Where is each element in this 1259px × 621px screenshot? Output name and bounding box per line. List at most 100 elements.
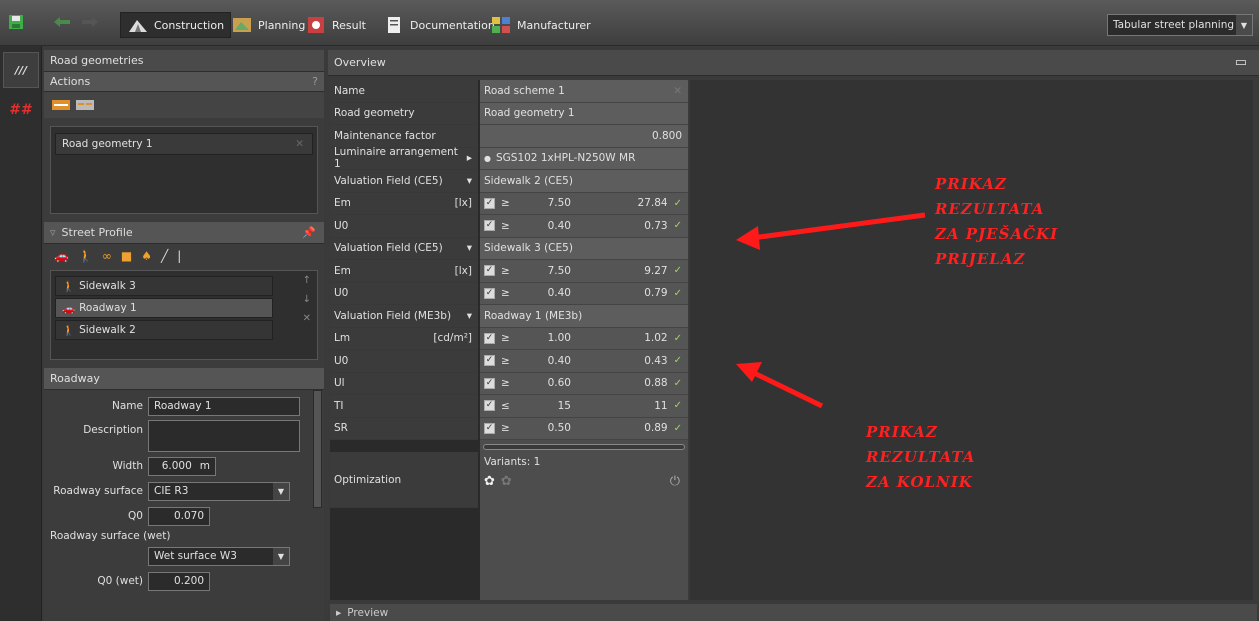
wet-surface-select[interactable]: Wet surface W3 ▼ (148, 546, 290, 566)
q0-wet-input[interactable]: 0.200 (148, 571, 210, 591)
overview-row-label[interactable]: Luminaire arrangement 1 ▸ (330, 146, 478, 170)
checkbox-icon[interactable]: ✓ (484, 422, 495, 434)
name-input[interactable]: Roadway 1 (148, 396, 300, 416)
profile-item-sidewalk-3[interactable]: 🚶 Sidewalk 3 (55, 276, 273, 296)
profile-item-roadway-1[interactable]: 🚗 Roadway 1 (55, 298, 273, 318)
row-value: Road geometry 1 (484, 107, 575, 120)
street-profile-title: Street Profile (61, 226, 133, 239)
pass-check-icon: ✓ (673, 355, 682, 367)
profile-item-label: Sidewalk 2 (79, 324, 136, 336)
row-label: Valuation Field (CE5) (334, 174, 443, 187)
panel-scrollbar[interactable] (313, 390, 322, 508)
move-down-icon[interactable]: ↓ (303, 294, 311, 305)
surface-select[interactable]: CIE R3 ▼ (148, 481, 290, 501)
required-value: 15 (557, 399, 571, 412)
actions-title: Actions (50, 75, 91, 88)
vertical-scrollbar[interactable] (1236, 80, 1248, 600)
car-icon[interactable]: 🚗 (54, 249, 69, 263)
pin-icon[interactable]: 📌 (302, 226, 316, 239)
redo-icon[interactable] (80, 14, 100, 30)
move-up-icon[interactable]: ↑ (303, 275, 311, 286)
street-profile-header[interactable]: ▿ Street Profile 📌 (44, 222, 324, 244)
overview-row-label: U0 (330, 215, 478, 238)
panel-title: Road geometries (44, 50, 324, 72)
checkbox-icon[interactable]: ✓ (484, 287, 495, 299)
power-icon[interactable]: ⏻ (670, 474, 680, 489)
tab-result[interactable]: Result (305, 12, 366, 38)
copy-road-geometry-icon[interactable] (76, 98, 94, 112)
q0-label: Q0 (128, 510, 143, 522)
overview-row-label: Road geometry (330, 102, 478, 125)
operator: ≥ (501, 332, 510, 345)
separator-icon[interactable]: | (177, 249, 181, 263)
width-input[interactable]: 6.000 (162, 460, 192, 472)
monitor-icon[interactable]: ▭ (1235, 55, 1247, 70)
description-input[interactable] (148, 420, 300, 452)
list-item[interactable]: Road geometry 1 ✕ (55, 133, 313, 155)
requirement-row: ✓ ≥0.50 0.89 ✓ (480, 417, 688, 440)
row-unit: ▸ (466, 152, 472, 165)
preview-bar[interactable]: ▸ Preview (330, 604, 1257, 621)
planning-mode-value: Tabular street planning (1113, 19, 1235, 31)
car-icon: 🚗 (62, 302, 76, 315)
save-icon[interactable] (8, 14, 24, 30)
collapse-arrow-icon: ▸ (336, 606, 342, 619)
undo-icon[interactable] (52, 14, 72, 30)
description-label: Description (83, 424, 143, 436)
planning-mode-select[interactable]: Tabular street planning ▼ (1107, 14, 1253, 36)
remove-icon[interactable]: ✕ (303, 313, 311, 324)
road-geometry-nav-icon[interactable]: /// (3, 52, 39, 88)
add-road-geometry-icon[interactable] (52, 98, 70, 112)
checkbox-icon[interactable]: ✓ (484, 332, 495, 344)
checkbox-icon[interactable]: ✓ (484, 197, 495, 209)
row-label: Em (334, 264, 351, 277)
parking-icon[interactable]: ■ (121, 249, 132, 263)
road-scheme-nav-icon[interactable]: ## (3, 92, 39, 128)
operator: ≥ (501, 354, 510, 367)
overview-row-value: Sidewalk 3 (CE5) (480, 237, 688, 260)
row-label: Maintenance factor (334, 129, 436, 142)
luminaire-pole-icon[interactable]: ╱ (161, 249, 168, 263)
operator: ≥ (501, 197, 510, 210)
required-value: 0.50 (547, 422, 571, 435)
row-label: Lm (334, 332, 351, 345)
overview-row-label: SR (330, 417, 478, 440)
close-icon[interactable]: ✕ (673, 85, 682, 97)
close-icon[interactable]: ✕ (295, 138, 304, 150)
overview-row-label: Name (330, 80, 478, 103)
checkbox-icon[interactable]: ✓ (484, 377, 495, 389)
bicycle-icon[interactable]: ∞ (102, 249, 112, 263)
tab-construction[interactable]: Construction (120, 12, 232, 38)
overview-row-label[interactable]: Valuation Field (CE5) ▾ (330, 170, 478, 193)
row-unit: ▾ (466, 242, 472, 255)
tab-documentation[interactable]: Documentation (383, 12, 495, 38)
row-unit: ▾ (466, 309, 472, 322)
overview-row-value: Roadway 1 (ME3b) (480, 305, 688, 328)
row-label: Valuation Field (ME3b) (334, 309, 452, 322)
settings-optimization-icon[interactable]: ✿ (501, 474, 512, 489)
checkbox-icon[interactable]: ✓ (484, 355, 495, 367)
pass-check-icon: ✓ (673, 265, 682, 277)
checkbox-icon[interactable]: ✓ (484, 265, 495, 277)
roadway-form: Name Roadway 1 Description Width 6.000 m Ro… (44, 390, 324, 592)
name-label: Name (112, 400, 143, 412)
overview-row-label[interactable]: Valuation Field (ME3b) ▾ (330, 305, 478, 328)
actions-toolbar (44, 92, 324, 118)
result-value: 0.89 (644, 422, 668, 435)
profile-item-sidewalk-2[interactable]: 🚶 Sidewalk 2 (55, 320, 273, 340)
overview-row-label[interactable]: Valuation Field (CE5) ▾ (330, 237, 478, 260)
tab-planning[interactable]: Planning (231, 12, 305, 38)
overview-row-label: Ul (330, 372, 478, 395)
pass-check-icon: ✓ (673, 220, 682, 232)
annotation-line: ZA KOLNIK (866, 473, 973, 491)
q0-input[interactable]: 0.070 (148, 506, 210, 526)
checkbox-icon[interactable]: ✓ (484, 400, 495, 412)
tab-manufacturer[interactable]: Manufacturer (490, 12, 591, 38)
result-value: 0.43 (644, 354, 668, 367)
chevron-down-icon[interactable]: ▼ (1236, 15, 1252, 35)
start-optimization-icon[interactable]: ✿ (484, 474, 495, 489)
help-icon[interactable]: ? (312, 75, 318, 88)
median-icon[interactable]: ♠ (141, 249, 152, 263)
checkbox-icon[interactable]: ✓ (484, 220, 495, 232)
pedestrian-icon[interactable]: 🚶 (78, 249, 93, 263)
